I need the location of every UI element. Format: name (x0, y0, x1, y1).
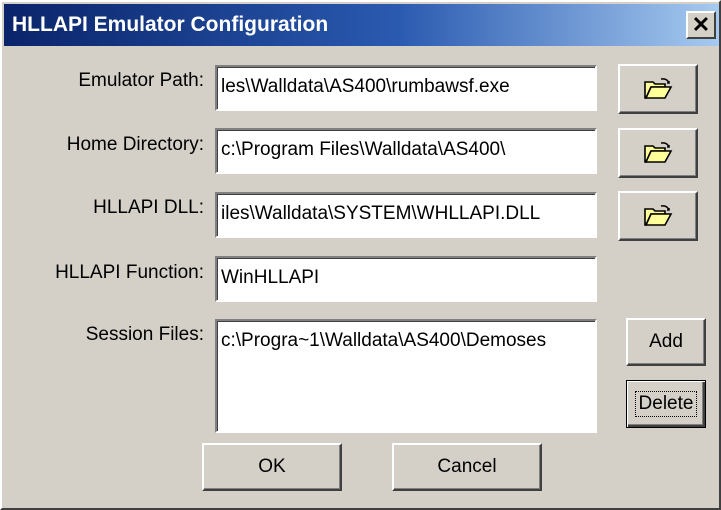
hllapi-function-label: HLLAPI Function: (55, 262, 204, 283)
hllapi-dll-label: HLLAPI DLL: (93, 197, 204, 218)
emulator-path-input[interactable]: les\Walldata\AS400\rumbawsf.exe (215, 65, 597, 111)
add-button[interactable]: Add (626, 318, 706, 366)
open-folder-icon (643, 77, 673, 101)
browse-emulator-path-button[interactable] (618, 64, 698, 114)
browse-home-directory-button[interactable] (618, 128, 698, 178)
session-files-label: Session Files: (85, 324, 204, 345)
open-folder-icon (643, 141, 673, 165)
home-directory-input[interactable]: c:\Program Files\Walldata\AS400\ (215, 128, 597, 174)
add-button-label: Add (649, 331, 683, 352)
emulator-path-label: Emulator Path: (78, 70, 204, 91)
cancel-button-label: Cancel (437, 456, 497, 477)
close-icon: ✕ (691, 12, 711, 37)
list-item[interactable]: c:\Progra~1\Walldata\AS400\Demoses (221, 330, 595, 352)
home-directory-label: Home Directory: (66, 134, 204, 155)
ok-button-label: OK (258, 456, 286, 477)
ok-button[interactable]: OK (202, 443, 342, 491)
open-folder-icon (643, 204, 673, 228)
session-files-list[interactable]: c:\Progra~1\Walldata\AS400\Demoses (215, 319, 597, 433)
window-title: HLLAPI Emulator Configuration (12, 13, 329, 36)
delete-button-label: Delete (634, 391, 698, 417)
title-bar[interactable]: HLLAPI Emulator Configuration ✕ (4, 4, 719, 46)
hllapi-config-dialog: HLLAPI Emulator Configuration ✕ Emulator… (0, 0, 721, 510)
delete-button[interactable]: Delete (626, 380, 706, 428)
hllapi-function-input[interactable]: WinHLLAPI (215, 256, 597, 302)
hllapi-dll-input[interactable]: iles\Walldata\SYSTEM\WHLLAPI.DLL (215, 192, 597, 238)
cancel-button[interactable]: Cancel (392, 443, 542, 491)
close-button[interactable]: ✕ (686, 11, 716, 39)
browse-hllapi-dll-button[interactable] (618, 191, 698, 241)
